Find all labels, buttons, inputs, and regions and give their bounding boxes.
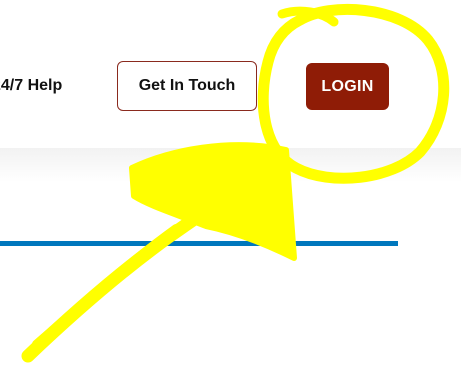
site-header: 24/7 Help Get In Touch LOGIN: [0, 0, 461, 148]
annotation-arrow-shaft: [21, 199, 221, 363]
login-button[interactable]: LOGIN: [306, 63, 389, 110]
page: 24/7 Help Get In Touch LOGIN: [0, 0, 461, 374]
get-in-touch-button[interactable]: Get In Touch: [117, 61, 257, 111]
blue-divider-line: [0, 241, 398, 246]
header-shadow: [0, 148, 461, 182]
help-link[interactable]: 24/7 Help: [0, 77, 62, 95]
